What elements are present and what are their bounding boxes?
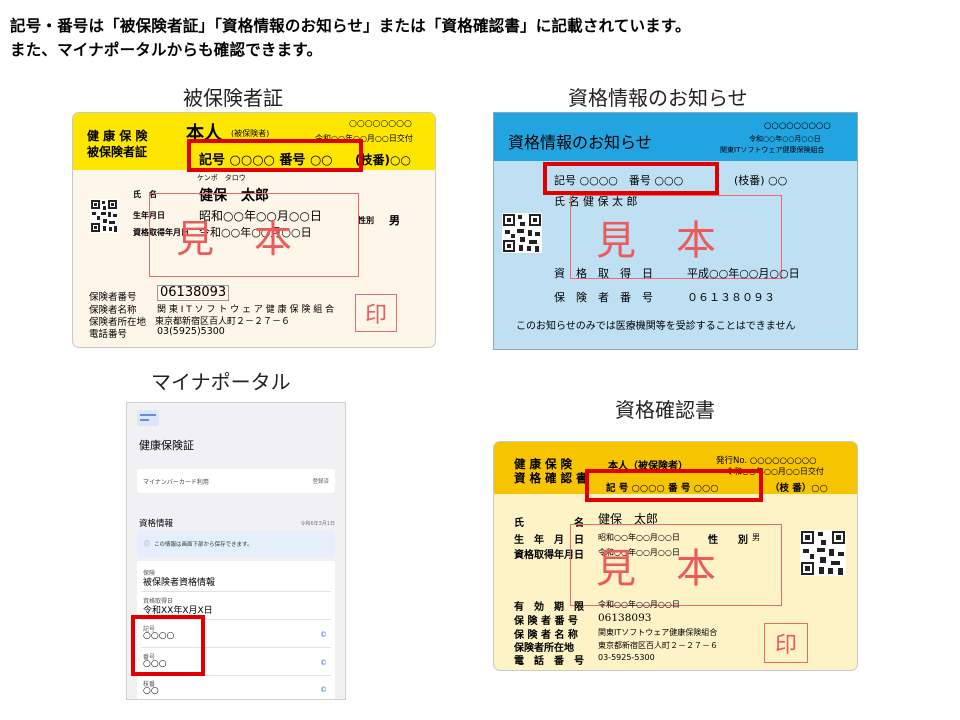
certificate-edaban: （枝 番）○○ xyxy=(770,483,828,494)
highlight-box-myna xyxy=(131,615,205,676)
insurance-card-issue-no: ○○○○○○○○ xyxy=(349,119,412,129)
insurance-card-furigana: ケンポ タロウ xyxy=(197,174,246,182)
card-use-row[interactable]: マイナンバーカード利用 登録済 xyxy=(137,469,335,493)
certificate-issue-no: 発行No. ○○○○○○○○○ xyxy=(716,456,817,466)
certificate-valid: 令和○○年○○月○○日 xyxy=(598,600,680,609)
info-icon: ⓘ xyxy=(144,541,151,548)
caption-myna-portal: マイナポータル xyxy=(151,370,291,394)
certificate-valid-label: 有 効 期 限 xyxy=(514,602,584,613)
qr-code-icon xyxy=(502,213,542,253)
insurance-card-sample-mark: 見本 xyxy=(149,193,359,277)
notice-acq-label: 資 格 取 得 日 xyxy=(554,267,653,280)
certificate-insurer-no: 06138093 xyxy=(598,612,652,624)
highlight-box-notice xyxy=(543,162,719,195)
intro-text: 記号・番号は「被保険者証」「資格情報のお知らせ」または「資格確認書」に記載されて… xyxy=(10,14,691,62)
qr-code-icon xyxy=(800,530,846,576)
certificate-phone-label: 電 話 番 号 xyxy=(514,656,584,667)
notice-insurer-no: ０６１３８０９３ xyxy=(687,291,775,304)
certificate-seal: 印 xyxy=(764,623,808,663)
notice-insurer-no-label: 保 険 者 番 号 xyxy=(554,291,653,304)
insurance-card-insurer-no: 06138093 xyxy=(157,285,230,301)
insurance-card-edaban: (枝番)○○ xyxy=(355,153,411,167)
insurance-card-type-2: 被保険者証 xyxy=(87,145,148,159)
insurance-card-sex: 男 xyxy=(389,214,400,227)
certificate-phone: 03-5925-5300 xyxy=(598,653,655,662)
notice-insurer: 関東ITソフトウェア健康保険組合 xyxy=(720,146,825,154)
myna-info-title: 資格情報 xyxy=(139,519,174,529)
certificate-insurer-no-label: 保 険 者 番 号 xyxy=(514,616,578,627)
caption-certificate: 資格確認書 xyxy=(615,398,715,422)
certificate-sample-mark: 見本 xyxy=(570,524,782,606)
certificate-type-2: 資 格 確 認 書 xyxy=(514,471,588,485)
notice-acq: 平成○○年○○月○○日 xyxy=(687,267,800,280)
field1-value: 被保険者資格情報 xyxy=(143,578,216,588)
copy-icon[interactable]: © xyxy=(320,631,327,639)
notice-card: 資格情報のお知らせ ○○○○○○○○○ 令和○○年○○月○○日 関東ITソフトウ… xyxy=(493,112,858,350)
insurance-card-phone: 03(5925)5300 xyxy=(157,326,225,337)
intro-line-1: 記号・番号は「被保険者証」「資格情報のお知らせ」または「資格確認書」に記載されて… xyxy=(10,17,691,35)
insurance-card-sex-label: 性別 xyxy=(358,216,374,225)
notice-title: 資格情報のお知らせ xyxy=(508,133,652,152)
insurance-card-type-1: 健 康 保 険 xyxy=(87,129,148,143)
caption-insurance-card: 被保険者証 xyxy=(183,86,283,110)
myna-info-date: 令和6年3月1日 xyxy=(300,521,335,527)
insurance-card-seal: 印 xyxy=(355,294,397,332)
insurance-card-insurer-no-label: 保険者番号 xyxy=(89,292,137,303)
myna-notice-text: この情報は画面下部から保存できます。 xyxy=(154,542,253,548)
myna-info-notice: ⓘ この情報は画面下部から保存できます。 xyxy=(137,531,335,557)
card-use-value: 登録済 xyxy=(312,479,329,485)
notice-issue-no: ○○○○○○○○○ xyxy=(764,121,831,131)
copy-icon[interactable]: © xyxy=(320,686,327,694)
notice-issue-date: 令和○○年○○月○○日 xyxy=(749,135,821,143)
insurance-card-person-sub: (被保険者) xyxy=(231,129,270,138)
notice-footer: このお知らせのみでは医療機関等を受診することはできません xyxy=(516,321,796,332)
highlight-box-insurance-card xyxy=(187,139,363,172)
card-icon xyxy=(137,410,159,426)
insurance-card-phone-label: 電話番号 xyxy=(89,329,128,340)
copy-icon[interactable]: © xyxy=(320,659,327,667)
field5-value: ○○ xyxy=(143,686,159,696)
qr-code-icon xyxy=(90,199,118,233)
highlight-box-certificate xyxy=(585,469,763,502)
myna-section-title: 健康保険証 xyxy=(139,439,194,452)
card-use-label: マイナンバーカード利用 xyxy=(143,479,209,486)
caption-notice: 資格情報のお知らせ xyxy=(568,86,748,110)
intro-line-2: また、マイナポータルからも確認できます。 xyxy=(10,41,323,59)
certificate-address: 東京都新宿区百人町２－２７－６ xyxy=(598,641,718,650)
notice-edaban: (枝番) ○○ xyxy=(734,174,788,187)
certificate-insurer-name: 関東ITソフトウェア健康保険組合 xyxy=(598,628,718,637)
